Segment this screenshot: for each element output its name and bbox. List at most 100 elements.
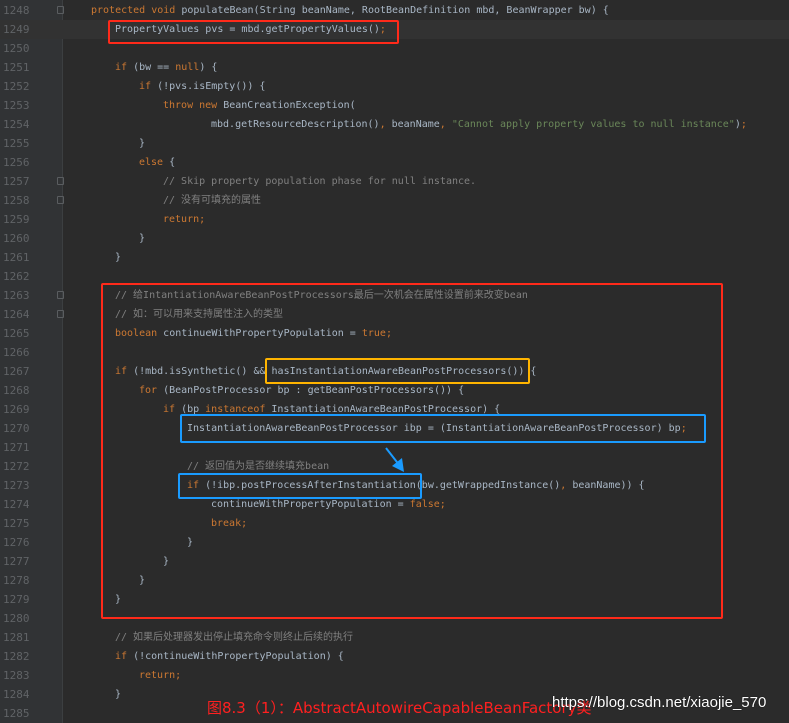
line-number: 1261 <box>3 251 30 264</box>
code-text: // 如：可以用来支持属性注入的类型 <box>115 305 283 324</box>
code-line[interactable]: 1262 <box>0 267 789 286</box>
code-text: throw new BeanCreationException( <box>163 96 356 115</box>
code-text: // 没有可填充的属性 <box>163 191 261 210</box>
code-token-tx: BeanCreationException( <box>223 100 356 111</box>
code-line[interactable]: 1283 return; <box>0 666 789 685</box>
code-token-kw: protected void <box>91 5 182 16</box>
code-token-tx: PropertyValues pvs = mbd.getPropertyValu… <box>115 24 380 35</box>
line-number: 1256 <box>3 156 30 169</box>
line-number: 1258 <box>3 194 30 207</box>
code-line[interactable]: 1252 if (!pvs.isEmpty()) { <box>0 77 789 96</box>
code-line[interactable]: 1259 return; <box>0 210 789 229</box>
code-token-tx: } <box>187 537 194 548</box>
fold-icon[interactable] <box>57 291 64 299</box>
code-line[interactable]: 1278} <box>0 571 789 590</box>
line-number: 1282 <box>3 650 30 663</box>
code-line[interactable]: 1282 if (!continueWithPropertyPopulation)… <box>0 647 789 666</box>
code-line[interactable]: 1274 continueWithPropertyPopulation = fal… <box>0 495 789 514</box>
figure-caption: 图8.3（1）：AbstractAutowireCapableBeanFacto… <box>207 699 592 717</box>
code-line[interactable]: 1264 // 如：可以用来支持属性注入的类型 <box>0 305 789 324</box>
line-number: 1255 <box>3 137 30 150</box>
code-line[interactable]: 1261} <box>0 248 789 267</box>
code-line[interactable]: 1248 protected void populateBean(String b… <box>0 1 789 20</box>
line-number: 1250 <box>3 42 30 55</box>
fold-icon[interactable] <box>57 310 64 318</box>
code-line[interactable]: 1257 // Skip property population phase fo… <box>0 172 789 191</box>
code-token-tx: } <box>115 689 122 700</box>
code-text: protected void populateBean(String beanN… <box>91 1 609 20</box>
arrow-icon <box>385 447 404 472</box>
code-line[interactable]: 1268 for (BeanPostProcessor bp : getBeanP… <box>0 381 789 400</box>
code-token-kw: false; <box>409 499 446 510</box>
code-token-kw: ; <box>379 24 386 35</box>
code-token-tx: populateBean(String beanName, RootBeanDe… <box>181 5 609 16</box>
code-token-tx: (!mbd.isSynthetic() && hasInstantiationA… <box>133 366 537 377</box>
code-editor[interactable]: 1248 protected void populateBean(String b… <box>0 1 789 723</box>
fold-icon[interactable] <box>57 177 64 185</box>
code-text: } <box>139 571 145 590</box>
code-line[interactable]: 1275 break; <box>0 514 789 533</box>
line-number: 1263 <box>3 289 30 302</box>
code-token-tx: beanName)) { <box>572 480 645 491</box>
code-line[interactable]: 1269 if (bp instanceof InstantiationAware… <box>0 400 789 419</box>
line-number: 1285 <box>3 707 30 720</box>
code-line[interactable]: 1266 <box>0 343 789 362</box>
code-token-kw: throw new <box>163 100 224 111</box>
code-line[interactable]: 1254 mbd.getResourceDescription(), beanNa… <box>0 115 789 134</box>
code-token-tx: (bp <box>181 404 206 415</box>
code-line[interactable]: 1249 PropertyValues pvs = mbd.getProperty… <box>0 20 789 39</box>
code-token-cm: // 没有可填充的属性 <box>163 195 262 206</box>
code-text: boolean continueWithPropertyPopulation =… <box>115 324 392 343</box>
code-line[interactable]: 1253 throw new BeanCreationException( <box>0 96 789 115</box>
code-line[interactable]: 1281 // 如果后处理器发出停止填充命令则终止后续的执行 <box>0 628 789 647</box>
code-token-kw: ; <box>740 119 747 130</box>
line-number: 1253 <box>3 99 30 112</box>
code-line[interactable]: 1263 // 给IntantiationAwareBeanPostProcess… <box>0 286 789 305</box>
code-text: } <box>163 552 169 571</box>
code-text: } <box>139 229 145 248</box>
code-line[interactable]: 1258 // 没有可填充的属性 <box>0 191 789 210</box>
code-text: } <box>187 533 193 552</box>
code-token-tx: } <box>115 252 122 263</box>
code-token-kw: if <box>115 366 134 377</box>
code-text: return; <box>139 666 181 685</box>
line-number: 1271 <box>3 441 30 454</box>
code-token-cm: // 返回值为是否继续填充bean <box>187 461 330 472</box>
code-text: } <box>115 685 121 704</box>
code-line[interactable]: 1276} <box>0 533 789 552</box>
code-text: if (bp instanceof InstantiationAwareBean… <box>163 400 500 419</box>
line-number: 1257 <box>3 175 30 188</box>
code-line[interactable]: 1250 <box>0 39 789 58</box>
code-line[interactable]: 1279} <box>0 590 789 609</box>
code-line[interactable]: 1270 InstantiationAwareBeanPostProcessor … <box>0 419 789 438</box>
code-token-tx: (!ibp.postProcessAfterInstantiation(bw.g… <box>205 480 561 491</box>
fold-icon[interactable] <box>57 196 64 204</box>
code-line[interactable]: 1260} <box>0 229 789 248</box>
code-token-kw: , <box>560 480 573 491</box>
line-number: 1262 <box>3 270 30 283</box>
code-line[interactable]: 1255} <box>0 134 789 153</box>
code-line[interactable]: 1251 if (bw == null) { <box>0 58 789 77</box>
line-number: 1260 <box>3 232 30 245</box>
line-number: 1270 <box>3 422 30 435</box>
fold-icon[interactable] <box>57 6 64 14</box>
code-text: return; <box>163 210 205 229</box>
code-token-kw: if <box>187 480 206 491</box>
line-number: 1273 <box>3 479 30 492</box>
line-number: 1266 <box>3 346 30 359</box>
line-number: 1269 <box>3 403 30 416</box>
code-line[interactable]: 1265 boolean continueWithPropertyPopulati… <box>0 324 789 343</box>
code-line[interactable]: 1267 if (!mbd.isSynthetic() && hasInstant… <box>0 362 789 381</box>
line-number: 1278 <box>3 574 30 587</box>
code-line[interactable]: 1256 else { <box>0 153 789 172</box>
code-token-kw: , <box>439 119 452 130</box>
code-line[interactable]: 1280 <box>0 609 789 628</box>
code-line[interactable]: 1273 if (!ibp.postProcessAfterInstantiati… <box>0 476 789 495</box>
code-text: } <box>115 590 121 609</box>
line-number: 1268 <box>3 384 30 397</box>
code-line[interactable]: 1277} <box>0 552 789 571</box>
watermark-url: https://blog.csdn.net/xiaojie_570 <box>552 694 767 711</box>
code-text: for (BeanPostProcessor bp : getBeanPostP… <box>139 381 464 400</box>
code-token-tx: } <box>139 138 146 149</box>
code-token-cm: // Skip property population phase for nu… <box>163 176 477 187</box>
